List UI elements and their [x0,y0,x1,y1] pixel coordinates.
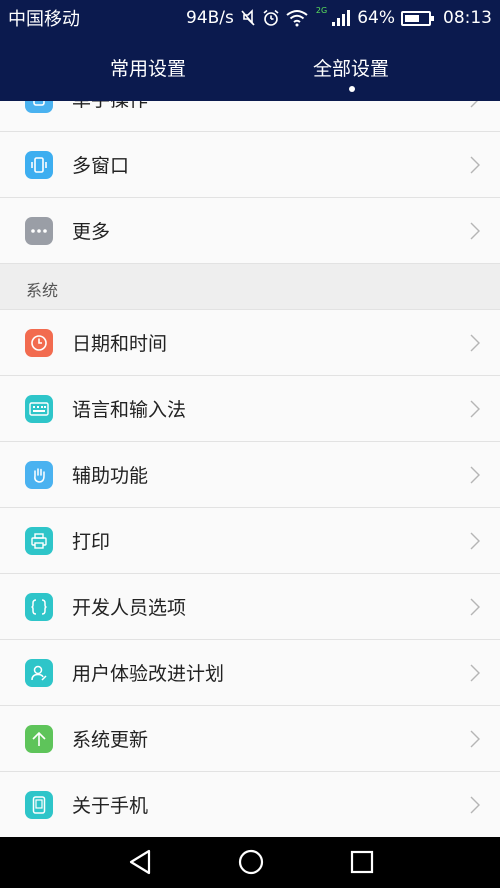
clock-time: 08:13 [443,8,492,28]
section-header-system: 系统 [0,264,500,310]
user-icon [25,658,53,687]
list-item-about-phone[interactable]: 关于手机 [0,772,500,837]
list-item-print[interactable]: 打印 [0,508,500,574]
active-tab-indicator [349,86,355,92]
chevron-right-icon [470,156,480,173]
list-item-label: 多窗口 [72,155,130,177]
list-item-one-hand[interactable]: 单手操作 [0,101,500,132]
tab-all-settings[interactable]: 全部设置 [313,54,389,81]
one-hand-icon [25,101,53,113]
header: 中国移动 94B/s 2G 64% 08:13 常用设置 全部设置 [0,0,500,101]
battery-percent: 64% [357,8,395,28]
battery-icon [401,10,434,26]
chevron-right-icon [470,222,480,239]
section-title: 系统 [26,281,59,300]
wifi-icon [286,10,308,27]
list-item-label: 开发人员选项 [72,597,187,619]
more-icon [25,216,53,245]
list-item-label: 用户体验改进计划 [72,663,225,685]
list-item-multi-window[interactable]: 多窗口 [0,132,500,198]
network-type-badge: 2G [315,5,328,15]
chevron-right-icon [470,796,480,813]
mute-icon [241,9,255,26]
list-item-label: 辅助功能 [72,465,149,487]
chevron-right-icon [470,598,480,615]
chevron-right-icon [470,101,478,107]
chevron-right-icon [470,334,480,351]
keyboard-icon [25,394,53,423]
recents-icon[interactable] [350,849,374,875]
list-item-label: 关于手机 [72,795,149,817]
list-item-label: 系统更新 [72,729,149,751]
alarm-icon [263,9,279,26]
list-item-label: 日期和时间 [72,333,168,355]
chevron-right-icon [470,466,480,483]
list-item-label: 单手操作 [72,101,148,112]
list-item-accessibility[interactable]: 辅助功能 [0,442,500,508]
home-icon[interactable] [238,849,264,875]
network-speed: 94B/s [186,8,234,28]
back-icon[interactable] [128,849,152,875]
printer-icon [25,526,53,555]
list-item-developer-options[interactable]: 开发人员选项 [0,574,500,640]
arrow-up-icon [25,724,53,753]
phone-icon [25,790,53,819]
list-item-system-update[interactable]: 系统更新 [0,706,500,772]
braces-icon [25,592,53,621]
chevron-right-icon [470,664,480,681]
battery-level [405,14,419,22]
status-bar: 中国移动 94B/s 2G 64% 08:13 [0,0,500,36]
list-item-label: 更多 [72,221,111,243]
status-icons: 94B/s 2G 64% 08:13 [186,5,492,29]
chevron-right-icon [470,532,480,549]
list-item-user-experience[interactable]: 用户体验改进计划 [0,640,500,706]
clock-icon [25,328,53,357]
navigation-bar [0,837,500,888]
list-item-label: 打印 [72,531,111,553]
hand-icon [25,460,53,489]
settings-list: 单手操作 多窗口 更多 系统 日期和时间 [0,101,500,837]
chevron-right-icon [470,730,480,747]
list-item-date-time[interactable]: 日期和时间 [0,310,500,376]
multi-window-icon [25,150,53,179]
list-item-language-input[interactable]: 语言和输入法 [0,376,500,442]
signal-icon [332,10,351,26]
settings-tabs: 常用设置 全部设置 [0,36,500,101]
tab-common-settings[interactable]: 常用设置 [110,54,186,81]
carrier-label: 中国移动 [8,9,80,30]
list-item-more[interactable]: 更多 [0,198,500,264]
list-item-label: 语言和输入法 [72,399,187,421]
chevron-right-icon [470,400,480,417]
